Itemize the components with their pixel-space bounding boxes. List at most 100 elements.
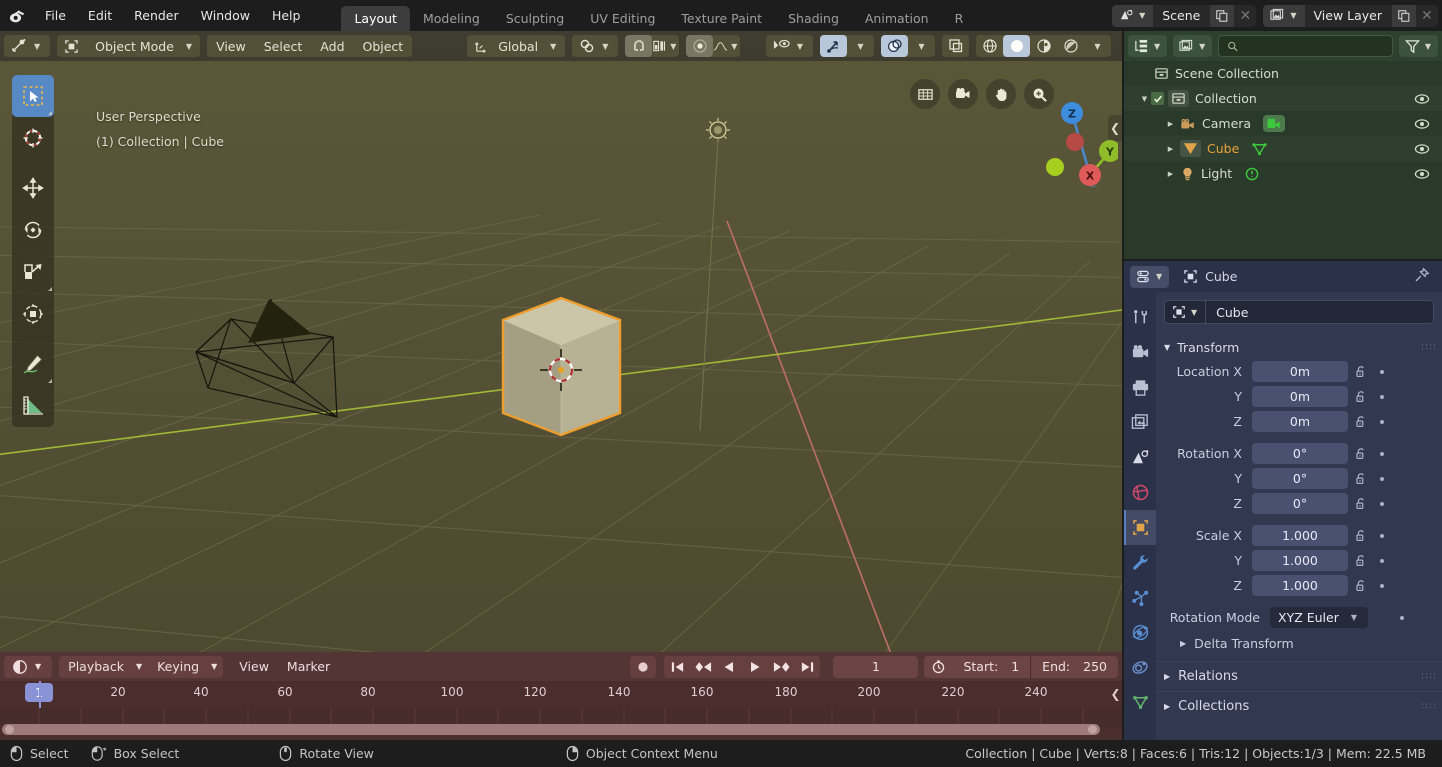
gizmo-icon[interactable] — [820, 35, 847, 57]
field-rotation-z[interactable]: Z 0° — [1164, 491, 1434, 516]
rendered-icon[interactable] — [1057, 35, 1084, 57]
unlock-icon[interactable] — [1348, 497, 1374, 511]
record-keyframe-icon[interactable] — [630, 656, 656, 678]
expand-triangle-right-icon[interactable]: ▶ — [1164, 145, 1177, 153]
relations-panel-header[interactable]: ▶ Relations :::: — [1156, 661, 1442, 691]
properties-tab-physics[interactable] — [1124, 615, 1156, 650]
light-visibility-eye-icon[interactable] — [1414, 161, 1430, 186]
viewport-menu-select[interactable]: Select — [255, 35, 312, 57]
proportional-edit-icon[interactable] — [686, 35, 713, 57]
workspace-tab-animation[interactable]: Animation — [852, 6, 942, 31]
cube-visibility-eye-icon[interactable] — [1414, 136, 1430, 161]
camera-view-icon[interactable] — [948, 79, 978, 109]
properties-tab-tool[interactable] — [1124, 300, 1156, 335]
snap-increment-icon[interactable]: ▼ — [652, 35, 679, 57]
field-value[interactable]: 0° — [1252, 493, 1348, 514]
animate-dot-icon[interactable] — [1374, 502, 1390, 506]
solid-icon[interactable] — [1003, 35, 1030, 57]
view-layer-name[interactable]: View Layer — [1305, 8, 1393, 23]
timeline-menu-keying[interactable]: Keying — [148, 656, 208, 678]
wireframe-icon[interactable] — [976, 35, 1003, 57]
workspace-tab-layout[interactable]: Layout — [341, 6, 410, 31]
animate-dot-icon[interactable] — [1374, 559, 1390, 563]
properties-tab-scene[interactable] — [1124, 440, 1156, 475]
collection-checkbox[interactable] — [1151, 92, 1164, 105]
snapping-controls[interactable]: ▼ — [625, 35, 679, 57]
orientation-label[interactable]: Global — [496, 35, 547, 57]
properties-tab-world[interactable] — [1124, 475, 1156, 510]
outliner-search-field[interactable] — [1218, 35, 1393, 57]
outliner-row-camera[interactable]: ▶ Camera — [1124, 111, 1442, 136]
workspace-tab-shading[interactable]: Shading — [775, 6, 852, 31]
outliner-display-mode-icon[interactable]: ▼ — [1128, 35, 1167, 57]
object-visibility-selector[interactable]: ▼ — [766, 35, 813, 57]
gizmo-options-chevron-icon[interactable]: ▼ — [847, 35, 874, 57]
unlock-icon[interactable] — [1348, 390, 1374, 404]
light-data-icon[interactable] — [1244, 166, 1260, 182]
timeline-horizontal-scrollbar[interactable] — [2, 724, 1100, 735]
jump-to-next-keyframe-icon[interactable] — [768, 656, 794, 678]
workspace-tab-uv-editing[interactable]: UV Editing — [577, 6, 668, 31]
collection-visibility-eye-icon[interactable] — [1414, 86, 1430, 111]
field-value[interactable]: 1.000 — [1252, 550, 1348, 571]
overlay-options-chevron-icon[interactable]: ▼ — [908, 35, 935, 57]
frame-end-field[interactable]: End: 250 — [1030, 656, 1118, 678]
menu-help[interactable]: Help — [261, 5, 312, 27]
transform-tool[interactable] — [12, 293, 54, 335]
viewport-scene[interactable] — [0, 31, 1122, 652]
unlock-icon[interactable] — [1348, 579, 1374, 593]
panel-drag-handle[interactable]: :::: — [1421, 345, 1434, 350]
camera-visibility-eye-icon[interactable] — [1414, 111, 1430, 136]
delta-transform-subpanel[interactable]: ▶ Delta Transform — [1164, 630, 1434, 656]
scene-icon[interactable]: ▼ — [1112, 5, 1153, 27]
properties-tab-constraints[interactable] — [1124, 650, 1156, 685]
play-icon[interactable] — [742, 656, 768, 678]
transform-orientation-selector[interactable]: Global ▼ — [467, 35, 565, 57]
workspace-tab-texture-paint[interactable]: Texture Paint — [668, 6, 775, 31]
jump-to-start-icon[interactable] — [664, 656, 690, 678]
properties-editor[interactable]: ▼ Cube — [1124, 261, 1442, 740]
material-preview-icon[interactable] — [1030, 35, 1057, 57]
xray-toggle[interactable] — [942, 35, 969, 57]
editor-type-selector[interactable]: ▼ — [4, 35, 50, 57]
properties-tab-view-layer[interactable] — [1124, 405, 1156, 440]
outliner-filter-icon[interactable]: ▼ — [1399, 35, 1438, 57]
field-rotation-mode[interactable]: Rotation Mode XYZ Euler ▼ — [1164, 605, 1434, 630]
frame-start-field[interactable]: Start: 1 — [952, 656, 1030, 678]
unlock-icon[interactable] — [1348, 529, 1374, 543]
field-value[interactable]: 0m — [1252, 411, 1348, 432]
properties-editor-icon[interactable]: ▼ — [1130, 266, 1169, 288]
object-name-value[interactable]: Cube — [1206, 305, 1248, 320]
view-layer-remove-icon[interactable]: ✕ — [1416, 5, 1438, 27]
view-layer-datablock[interactable]: ▼ View Layer ✕ — [1263, 5, 1438, 27]
auto-keying-icon[interactable] — [924, 659, 952, 674]
scene-name[interactable]: Scene — [1153, 8, 1210, 23]
properties-tab-object[interactable] — [1124, 510, 1156, 545]
menu-window[interactable]: Window — [190, 5, 261, 27]
menu-render[interactable]: Render — [123, 5, 190, 27]
view-axis-gizmo[interactable]: Z Y X — [1038, 77, 1118, 187]
expand-triangle-down-icon[interactable]: ▼ — [1138, 95, 1151, 103]
field-value[interactable]: 0° — [1252, 468, 1348, 489]
timeline-menu-view[interactable]: View — [230, 656, 278, 678]
interaction-mode-selector[interactable]: Object Mode ▼ — [57, 35, 200, 57]
proportional-editing-controls[interactable]: ▼ — [686, 35, 740, 57]
menu-edit[interactable]: Edit — [77, 5, 123, 27]
menu-file[interactable]: File — [34, 5, 77, 27]
field-value[interactable]: 0m — [1252, 361, 1348, 382]
view-layer-new-copy-icon[interactable] — [1392, 5, 1416, 27]
viewport-menu-add[interactable]: Add — [311, 35, 353, 57]
toggle-orthographic-icon[interactable] — [910, 79, 940, 109]
rotation-mode-dropdown[interactable]: XYZ Euler ▼ — [1270, 607, 1368, 628]
shading-mode-selector[interactable]: ▼ — [976, 35, 1111, 57]
transform-panel-header[interactable]: ▼ Transform :::: — [1164, 335, 1434, 359]
move-tool[interactable] — [12, 167, 54, 209]
field-value[interactable]: 1.000 — [1252, 525, 1348, 546]
object-mode-label[interactable]: Object Mode — [86, 35, 183, 57]
unlock-icon[interactable] — [1348, 365, 1374, 379]
shading-options-chevron-icon[interactable]: ▼ — [1084, 35, 1111, 57]
field-rotation-x[interactable]: Rotation X 0° — [1164, 441, 1434, 466]
overlays-icon[interactable] — [881, 35, 908, 57]
field-location-x[interactable]: Location X 0m — [1164, 359, 1434, 384]
cursor-tool[interactable] — [12, 117, 54, 159]
